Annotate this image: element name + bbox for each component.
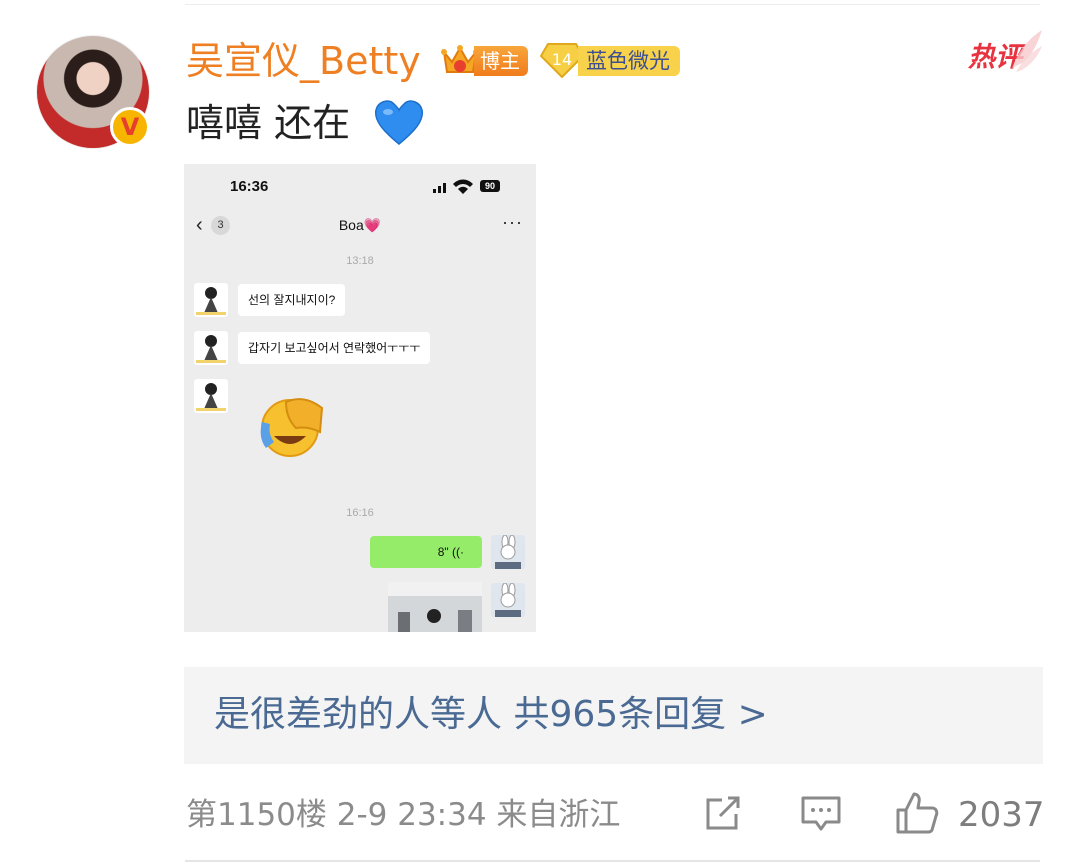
replies-link[interactable]: 是很差劲的人等人 共965条回复 > [214, 689, 768, 741]
level-badge: 蓝色微光 [578, 46, 680, 76]
contact-avatar [194, 331, 228, 365]
share-icon[interactable] [702, 794, 744, 834]
chat-timestamp: 13:18 [346, 255, 374, 267]
attached-screenshot[interactable]: 16:36 90 ‹ 3 Boa💗 ··· 13:18 선의 잘지내지이? 갑자… [184, 164, 536, 632]
message-bubble: 선의 잘지내지이? [238, 284, 346, 316]
status-time: 16:36 [230, 178, 269, 195]
self-avatar [491, 535, 525, 569]
wing-icon [1012, 30, 1042, 72]
thumbs-up-icon[interactable] [894, 790, 940, 836]
level-number: 14 [552, 50, 572, 69]
more-icon[interactable]: ··· [502, 212, 523, 233]
chat-title: Boa💗 [338, 217, 382, 233]
contact-avatar [194, 379, 228, 413]
battery-indicator: 90 [480, 180, 500, 192]
verified-badge-icon: V [110, 107, 150, 147]
replies-summary[interactable]: 是很差劲的人等人 共965条回复 > [184, 667, 1043, 764]
blue-heart-icon [374, 100, 424, 145]
voice-message-bubble[interactable]: 8" ((· [370, 536, 482, 568]
facepalm-emoji-icon [260, 398, 324, 457]
username[interactable]: 吴宣仪_Betty [186, 36, 421, 86]
self-avatar [491, 583, 525, 617]
top-divider [185, 4, 1040, 5]
comment-icon[interactable] [800, 794, 842, 834]
bottom-divider [185, 860, 1040, 862]
comment-text: 嘻嘻 还在 [186, 101, 351, 145]
photo-message[interactable] [388, 582, 482, 632]
chat-timestamp: 16:16 [346, 507, 374, 519]
contact-avatar [194, 283, 228, 317]
comment-meta: 第1150楼 2-9 23:34 来自浙江 [186, 797, 621, 833]
host-badge: 博主 [474, 46, 528, 76]
message-bubble: 갑자기 보고싶어서 연락했어ㅜㅜㅜ [238, 332, 431, 364]
like-count: 2037 [958, 795, 1045, 835]
